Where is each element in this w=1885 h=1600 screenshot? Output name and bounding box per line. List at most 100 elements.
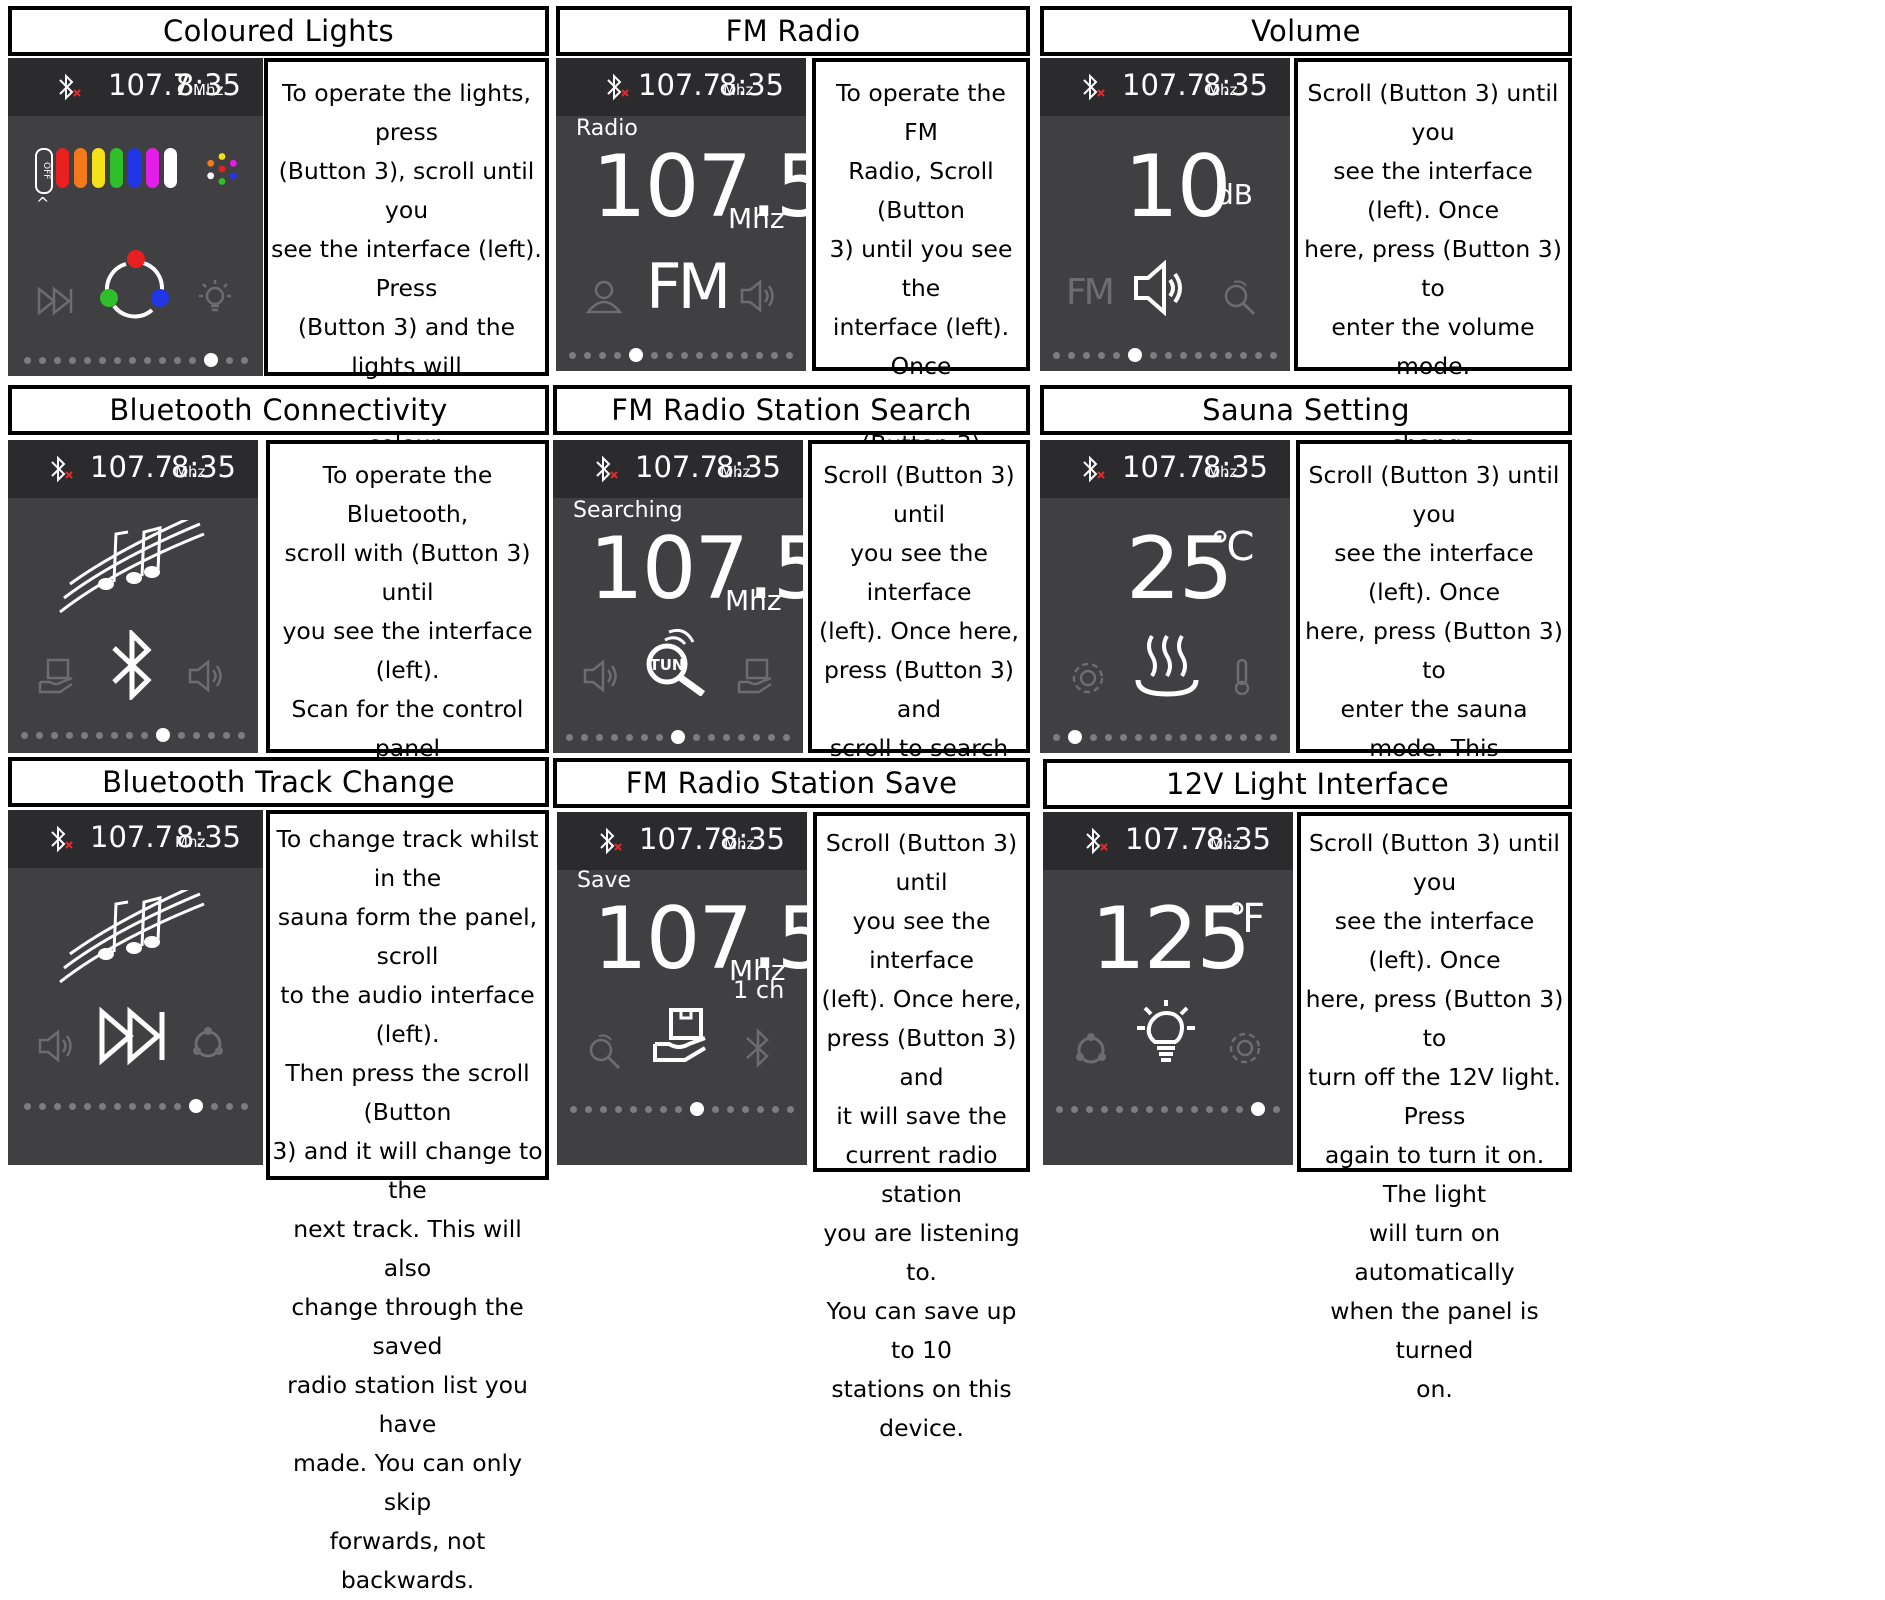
page-dot — [1120, 733, 1127, 741]
status-bar: 107.7 Mhz 8:35 — [8, 440, 258, 498]
page-dot — [238, 731, 245, 739]
status-time: 8:35 — [1205, 822, 1271, 856]
save-hand-icon — [38, 658, 73, 694]
colour-swatches — [56, 148, 177, 188]
page-dot — [240, 356, 248, 364]
section-title-bluetooth-track-change: Bluetooth Track Change — [8, 757, 549, 807]
page-dot — [1146, 1105, 1153, 1113]
page-dot — [1225, 351, 1232, 359]
page-dot — [83, 1102, 91, 1110]
page-dot — [111, 731, 118, 739]
screen-volume: 107.7 Mhz 8:35 10 dB FM — [1040, 58, 1290, 371]
description-line: you see the interface — [850, 539, 988, 606]
page-dot — [188, 356, 196, 364]
description-line: Scroll (Button 3) until — [823, 461, 1015, 528]
description-line: see the interface (left). Once — [1334, 539, 1534, 606]
page-dot — [641, 733, 648, 741]
description-line: when the panel is turned — [1330, 1297, 1539, 1364]
page-dot — [1210, 733, 1217, 741]
page-dot — [83, 356, 91, 364]
section-title-12v-light-interface: 12V Light Interface — [1043, 759, 1572, 809]
light-bulb-icon — [1137, 1000, 1195, 1062]
page-dot — [1135, 733, 1142, 741]
page-dot — [126, 731, 133, 739]
description-line: see the interface (left). Press — [271, 235, 542, 302]
description-line: on. — [1416, 1375, 1453, 1403]
bluetooth-off-icon — [607, 73, 629, 101]
music-notes-icon — [59, 520, 205, 614]
page-dot — [783, 733, 790, 741]
description-line: To change track whilst in the — [276, 825, 539, 892]
page-dot — [614, 351, 621, 359]
status-bar: 107.7 Mhz 8:35 — [557, 812, 807, 870]
page-dot — [38, 1102, 46, 1110]
colour-swatch — [74, 148, 87, 188]
page-dot — [240, 1102, 248, 1110]
page-dot-active — [156, 728, 170, 742]
status-bar: 107.7 Mhz 8:35 — [1040, 440, 1290, 498]
status-time: 8:35 — [718, 68, 784, 102]
colour-cycle-icon — [193, 1027, 223, 1058]
page-dot — [615, 1105, 622, 1113]
page-dot — [570, 1105, 577, 1113]
page-dot — [1131, 1105, 1138, 1113]
save-hand-icon — [737, 658, 772, 694]
colour-swatch — [92, 148, 105, 188]
page-indicator — [1040, 730, 1290, 744]
description-line: To operate the Bluetooth, — [322, 461, 493, 528]
page-dot — [569, 351, 576, 359]
page-dot-active — [1068, 730, 1082, 744]
bluetooth-off-icon — [596, 455, 618, 483]
speaker-icon — [583, 659, 617, 693]
page-dot — [1116, 1105, 1123, 1113]
screen-fm-radio-station-search: 107.7 Mhz 8:35 Searching 107.5 Mhz TUN — [553, 440, 803, 753]
page-dot — [1225, 733, 1232, 741]
temperature-value: 125 — [1091, 889, 1251, 989]
description-line: enter the volume mode. — [1331, 313, 1535, 380]
description-line: (Button 3) and the lights will — [297, 313, 516, 380]
page-dot — [51, 731, 58, 739]
description-line: (Button 3), scroll until you — [278, 157, 535, 224]
temperature-unit: ℃ — [1210, 524, 1255, 570]
description-line: see the interface (left). Once — [1334, 907, 1535, 974]
description-line: To operate the FM — [836, 79, 1006, 146]
description-line: turn off the 12V light. Press — [1308, 1063, 1561, 1130]
page-dot — [1191, 1105, 1198, 1113]
page-dot — [141, 731, 148, 739]
page-dot — [1068, 351, 1075, 359]
page-dot — [96, 731, 103, 739]
description-line: (left). Once here, — [818, 617, 1019, 645]
page-dot — [1255, 351, 1262, 359]
page-dot — [768, 733, 775, 741]
page-dot — [1240, 351, 1247, 359]
status-time: 8:35 — [175, 820, 241, 854]
status-bar: 107.7 Mhz 8:35 — [8, 58, 263, 116]
page-dot — [1270, 733, 1277, 741]
tune-search-icon — [589, 1034, 621, 1070]
page-dot — [208, 731, 215, 739]
page-dot — [600, 1105, 607, 1113]
page-dot — [98, 356, 106, 364]
page-dot — [1236, 1105, 1243, 1113]
section-title-bluetooth-connectivity: Bluetooth Connectivity — [8, 385, 549, 435]
page-dot — [113, 1102, 121, 1110]
screen-fm-radio: 107.7 Mhz 8:35 Radio 107.5 Mhz FM — [556, 58, 806, 371]
page-indicator — [553, 730, 803, 744]
heat-steam-icon — [1135, 634, 1199, 697]
screen-bluetooth-track-change: 107.7 Mhz 8:35 — [8, 810, 263, 1165]
description-line: here, press (Button 3) to — [1305, 985, 1564, 1052]
description-line: will turn on automatically — [1354, 1219, 1515, 1286]
screen-coloured-lights: 107.7 Mhz 8:35 OFF ^ — [8, 58, 263, 376]
page-dot — [113, 356, 121, 364]
fm-mode-icon: FM — [1066, 272, 1115, 313]
description-line: change through the saved — [291, 1293, 524, 1360]
description-coloured-lights: To operate the lights, press (Button 3), … — [264, 58, 549, 731]
page-dot — [585, 1105, 592, 1113]
status-time: 8:35 — [719, 822, 785, 856]
status-time: 8:35 — [1202, 68, 1268, 102]
description-line: press (Button 3) and — [826, 1024, 1017, 1091]
page-dot — [173, 1102, 181, 1110]
status-time: 8:35 — [715, 450, 781, 484]
description-line: press (Button 3) and — [824, 656, 1014, 723]
page-dot — [1101, 1105, 1108, 1113]
